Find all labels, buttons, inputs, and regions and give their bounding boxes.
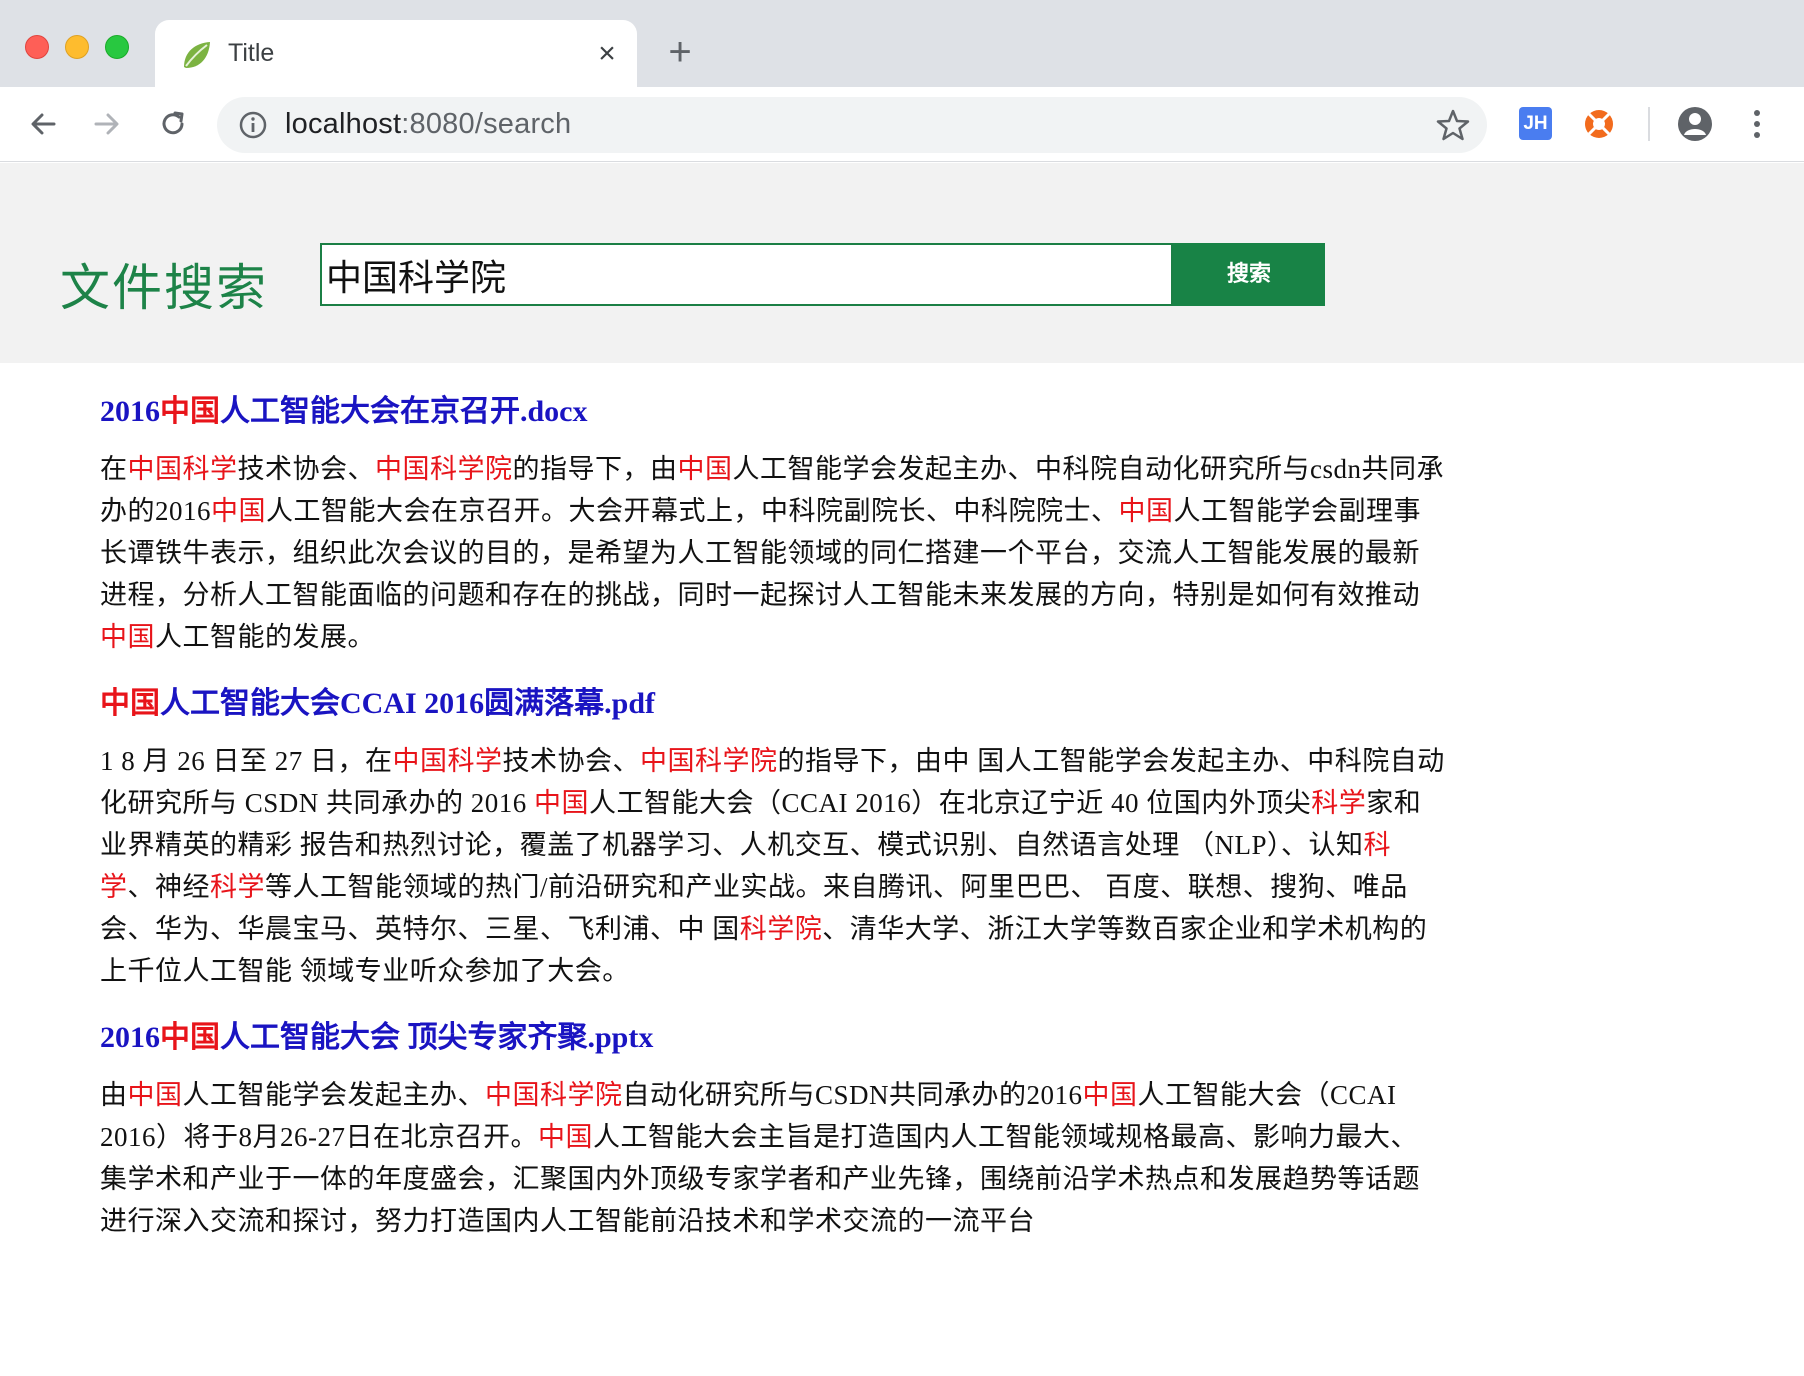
text-segment: 的指导下，由: [512, 454, 678, 484]
jh-extension-icon[interactable]: JH: [1519, 107, 1552, 140]
back-button[interactable]: [20, 101, 66, 147]
highlighted-keyword: 中国科学院: [485, 1080, 623, 1110]
arrow-left-icon: [31, 113, 56, 135]
url-path: :8080/search: [401, 108, 572, 140]
search-header: 文件搜索 搜索: [0, 163, 1804, 363]
close-tab-icon[interactable]: ×: [589, 36, 625, 72]
result-item: 2016中国人工智能大会在京召开.docx 在中国科学技术协会、中国科学院的指导…: [100, 390, 1445, 658]
result-snippet: 1 8 月 26 日至 27 日，在中国科学技术协会、中国科学院的指导下，由中 …: [100, 740, 1445, 992]
bookmark-star-icon[interactable]: [1435, 107, 1471, 143]
result-item: 2016中国人工智能大会 顶尖专家齐聚.pptx 由中国人工智能学会发起主办、中…: [100, 1016, 1445, 1242]
url-text[interactable]: localhost:8080/search: [285, 108, 571, 141]
highlighted-keyword: 中国: [160, 1021, 220, 1054]
new-tab-button[interactable]: +: [660, 32, 700, 72]
browser-toolbar: localhost:8080/search JH: [0, 87, 1804, 162]
result-title-link[interactable]: 2016中国人工智能大会在京召开.docx: [100, 390, 1445, 434]
text-segment: 人工智能学会发起主办、: [182, 1080, 485, 1110]
result-snippet: 由中国人工智能学会发起主办、中国科学院自动化研究所与CSDN共同承办的2016中…: [100, 1074, 1445, 1242]
highlighted-keyword: 中国: [1082, 1080, 1138, 1110]
result-snippet: 在中国科学技术协会、中国科学院的指导下，由中国人工智能学会发起主办、中科院自动化…: [100, 448, 1445, 658]
highlighted-keyword: 中国: [100, 687, 160, 720]
highlighted-keyword: 中国科学: [392, 746, 503, 776]
text-segment: 人工智能大会CCAI 2016圆满落幕.pdf: [160, 687, 656, 720]
highlighted-keyword: 中国: [1118, 496, 1174, 526]
page-title: 文件搜索: [60, 260, 268, 316]
search-button[interactable]: 搜索: [1173, 243, 1325, 306]
search-input[interactable]: [320, 243, 1173, 306]
lifebuoy-extension-icon[interactable]: [1582, 107, 1616, 141]
text-segment: 技术协会、: [502, 746, 640, 776]
close-window-button[interactable]: [25, 35, 49, 59]
text-segment: 2016: [100, 1021, 160, 1054]
highlighted-keyword: 中国: [160, 395, 220, 428]
highlighted-keyword: 中国: [127, 1080, 183, 1110]
text-segment: 2016: [100, 395, 160, 428]
text-segment: 1 8 月 26 日至 27 日，在: [100, 746, 393, 776]
highlighted-keyword: 中国科学院: [640, 746, 778, 776]
result-item: 中国人工智能大会CCAI 2016圆满落幕.pdf 1 8 月 26 日至 27…: [100, 682, 1445, 992]
minimize-window-button[interactable]: [65, 35, 89, 59]
highlighted-keyword: 科学: [210, 872, 265, 902]
reload-icon: [162, 111, 184, 135]
info-icon[interactable]: [237, 109, 269, 141]
highlighted-keyword: 科学院: [739, 914, 823, 944]
text-segment: 人工智能大会 顶尖专家齐聚.pptx: [220, 1021, 654, 1054]
text-segment: 人工智能大会在京召开.docx: [220, 395, 588, 428]
text-segment: 由: [100, 1080, 128, 1110]
result-title-link[interactable]: 中国人工智能大会CCAI 2016圆满落幕.pdf: [100, 682, 1445, 726]
profile-avatar-icon[interactable]: [1676, 105, 1714, 143]
text-segment: 在: [100, 454, 128, 484]
result-title-link[interactable]: 2016中国人工智能大会 顶尖专家齐聚.pptx: [100, 1016, 1445, 1060]
highlighted-keyword: 中国科学院: [375, 454, 513, 484]
text-segment: 技术协会、: [237, 454, 375, 484]
highlighted-keyword: 中国: [211, 496, 266, 526]
highlighted-keyword: 中国: [534, 788, 590, 818]
url-host: localhost: [285, 108, 402, 140]
tab-strip: Title × +: [0, 0, 1804, 87]
highlighted-keyword: 科学: [1311, 788, 1367, 818]
more-menu-icon[interactable]: [1742, 105, 1772, 143]
text-segment: 人工智能的发展。: [155, 622, 375, 652]
text-segment: 自动化研究所与CSDN共同承办的2016: [622, 1080, 1083, 1110]
reload-button[interactable]: [150, 101, 196, 147]
highlighted-keyword: 中国: [538, 1122, 593, 1152]
text-segment: 人工智能大会在京召开。大会开幕式上，中科院副院长、中科院院士、: [266, 496, 1119, 526]
leaf-icon: [184, 42, 210, 68]
text-segment: 人工智能大会（CCAI 2016）在北京辽宁近 40 位国内外顶尖: [589, 788, 1312, 818]
tab-title: Title: [228, 39, 275, 67]
maximize-window-button[interactable]: [105, 35, 129, 59]
arrow-right-icon: [94, 113, 119, 135]
highlighted-keyword: 中国科学: [127, 454, 238, 484]
address-bar[interactable]: localhost:8080/search: [217, 97, 1487, 153]
highlighted-keyword: 中国: [677, 454, 733, 484]
browser-tab[interactable]: Title ×: [155, 20, 637, 87]
results-list: 2016中国人工智能大会在京召开.docx 在中国科学技术协会、中国科学院的指导…: [100, 390, 1445, 1266]
highlighted-keyword: 中国: [100, 622, 155, 652]
toolbar-divider: [1648, 107, 1650, 141]
text-segment: 、神经: [127, 872, 210, 902]
forward-button[interactable]: [84, 101, 130, 147]
